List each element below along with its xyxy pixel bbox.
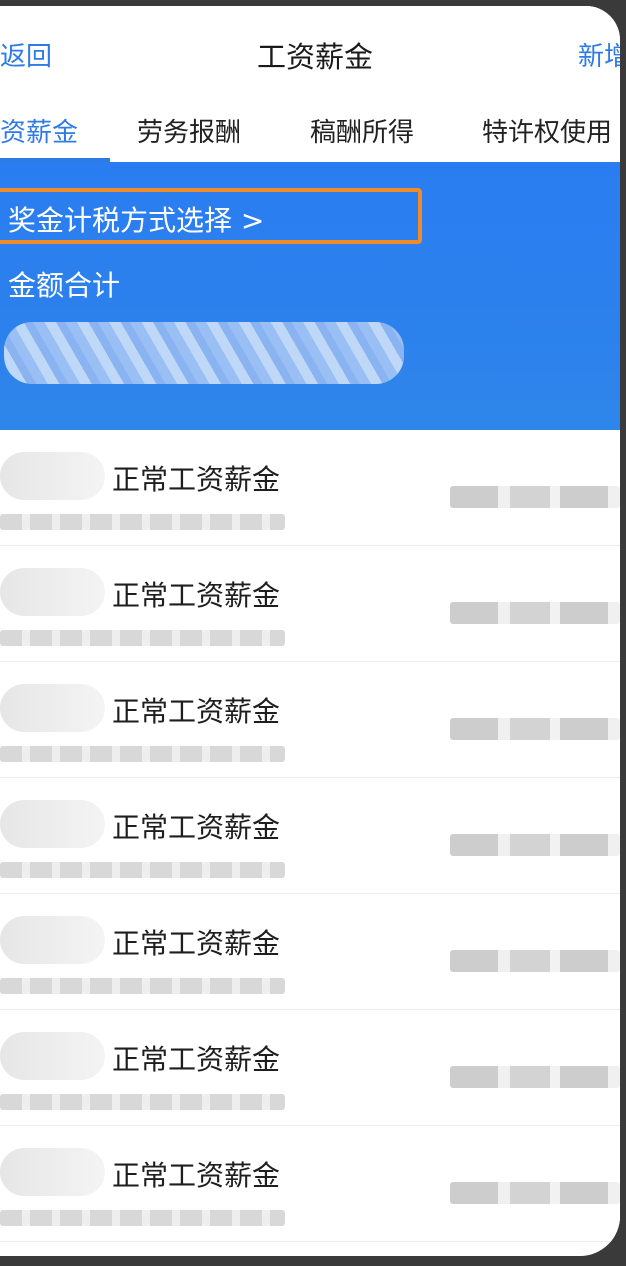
record-amount-obscured [450,1066,620,1088]
avatar-obscured [0,916,105,964]
record-company-obscured [0,978,285,994]
record-amount-obscured [450,718,620,740]
total-amount-value-obscured [4,322,404,384]
record-amount-obscured [450,950,620,972]
list-item[interactable]: 正常工资薪金 [0,1010,620,1126]
avatar-obscured [0,800,105,848]
list-item[interactable]: 正常工资薪金 [0,1126,620,1242]
record-company-obscured [0,1210,285,1226]
tab-author-remuneration[interactable]: 稿酬所得 [310,112,414,149]
list-item[interactable]: 正常工资薪金 [0,894,620,1010]
total-amount-label: 金额合计 [8,269,121,302]
record-company-obscured [0,630,285,646]
record-title: 正常工资薪金 [112,927,281,960]
avatar-obscured [0,1148,105,1196]
record-company-obscured [0,514,285,530]
record-amount-obscured [450,1182,620,1204]
navigation-bar: 返回 工资薪金 新增 [0,6,620,97]
avatar-obscured [0,452,105,500]
record-title: 正常工资薪金 [112,811,281,844]
list-item[interactable]: 正常工资薪金 [0,546,620,662]
record-title: 正常工资薪金 [112,1159,281,1192]
tab-royalties[interactable]: 特许权使用 [482,112,612,149]
income-type-tabs: 资薪金 劳务报酬 稿酬所得 特许权使用 [0,96,620,162]
list-item[interactable]: 正常工资薪金 [0,662,620,778]
record-company-obscured [0,746,285,762]
record-company-obscured [0,862,285,878]
record-amount-obscured [450,834,620,856]
record-title: 正常工资薪金 [112,579,281,612]
tab-salary[interactable]: 资薪金 [0,112,78,149]
avatar-obscured [0,1032,105,1080]
bonus-tax-method-link[interactable]: 奖金计税方式选择 > [8,199,264,239]
salary-record-list: 正常工资薪金 正常工资薪金 正常工资薪金 正常工资薪金 正常工资薪金 正常工资薪… [0,430,620,1242]
add-button[interactable]: 新增 [578,36,620,73]
summary-banner: 奖金计税方式选择 > 金额合计 [0,162,620,430]
record-title: 正常工资薪金 [112,1043,281,1076]
record-company-obscured [0,1094,285,1110]
avatar-obscured [0,684,105,732]
record-amount-obscured [450,602,620,624]
list-item[interactable]: 正常工资薪金 [0,778,620,894]
record-title: 正常工资薪金 [112,463,281,496]
record-amount-obscured [450,486,620,508]
avatar-obscured [0,568,105,616]
list-item[interactable]: 正常工资薪金 [0,430,620,546]
tab-labor-remuneration[interactable]: 劳务报酬 [137,112,241,149]
record-title: 正常工资薪金 [112,695,281,728]
page-title: 工资薪金 [256,40,373,74]
app-screen: 返回 工资薪金 新增 资薪金 劳务报酬 稿酬所得 特许权使用 奖金计税方式选择 … [0,6,620,1256]
